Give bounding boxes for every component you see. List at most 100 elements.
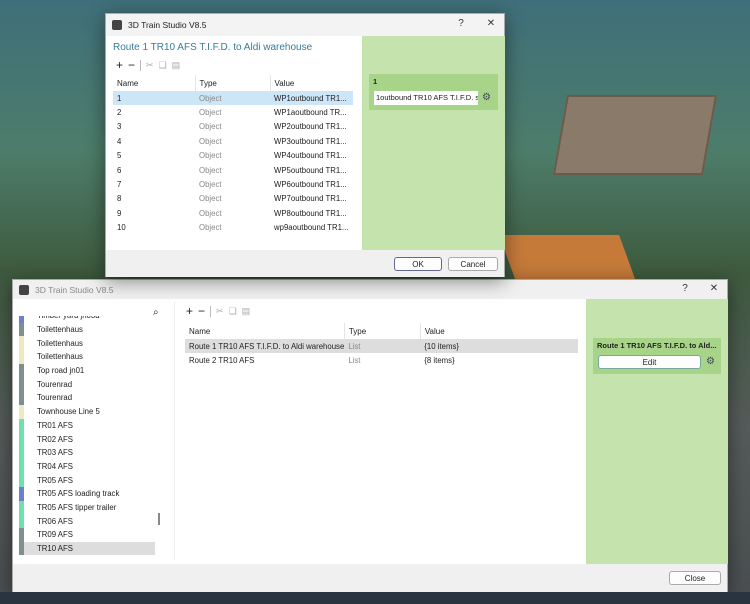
color-marker: [19, 459, 24, 474]
cell-name: 3: [117, 122, 122, 132]
remove-icon[interactable]: −: [128, 58, 135, 72]
sidebar-item[interactable]: Toilettenhaus: [19, 336, 155, 351]
sidebar-item-label: Toilettenhaus: [37, 352, 83, 362]
color-marker: [19, 322, 24, 337]
close-icon[interactable]: ✕: [484, 18, 498, 29]
cell-value: WP1outbound TR1...: [270, 91, 353, 106]
cell-type: Object: [199, 122, 222, 132]
sidebar-item[interactable]: Townhouse Line 5: [19, 404, 155, 419]
table-row[interactable]: 1 Object WP1outbound TR1...: [113, 91, 353, 106]
color-marker: [19, 404, 24, 419]
cell-value: WP7outbound TR1...: [274, 194, 347, 204]
scrollbar[interactable]: [158, 513, 160, 525]
help-button[interactable]: ?: [678, 283, 692, 294]
sidebar-item[interactable]: TR05 AFS loading track: [19, 486, 155, 501]
sidebar-item[interactable]: TR06 AFS: [19, 514, 155, 528]
cell-value: WP8outbound TR1...: [274, 208, 347, 218]
column-header-type[interactable]: Type: [344, 323, 421, 339]
table-row[interactable]: Route 2 TR10 AFS List {8 items}: [185, 353, 578, 367]
sidebar-item[interactable]: TR05 AFS tipper trailer: [19, 500, 155, 515]
cell-value: WP4outbound TR1...: [274, 151, 347, 161]
cell-value: wp9aoutbound TR1...: [274, 223, 349, 233]
sidebar-item-label: TR10 AFS: [37, 544, 73, 554]
column-header-name[interactable]: Name: [185, 323, 345, 339]
add-icon[interactable]: +: [116, 58, 123, 72]
cell-value: WP6outbound TR1...: [274, 180, 347, 190]
sidebar-item[interactable]: Tourenrad: [19, 377, 155, 392]
scene-building: [552, 95, 718, 175]
copy-icon[interactable]: ❏: [159, 60, 167, 71]
color-marker: [19, 445, 24, 460]
sidebar-item[interactable]: TR01 AFS: [19, 418, 155, 433]
sidebar-item-label: TR04 AFS: [37, 461, 73, 471]
sidebar-item-label: Top road jn01: [37, 366, 85, 376]
help-button[interactable]: ?: [454, 18, 468, 29]
column-header-name[interactable]: Name: [113, 75, 196, 91]
divider: [174, 302, 175, 560]
gear-icon[interactable]: ⚙: [706, 356, 715, 367]
footer: OK Cancel: [106, 250, 504, 277]
table-row[interactable]: 9 Object WP8outbound TR1...: [113, 206, 353, 220]
color-marker: [19, 363, 24, 378]
copy-icon[interactable]: ❏: [229, 306, 237, 317]
paste-icon[interactable]: ▤: [172, 60, 181, 71]
table-row[interactable]: 2 Object WP1aoutbound TR...: [113, 105, 353, 119]
table-row[interactable]: 7 Object WP6outbound TR1...: [113, 177, 353, 191]
sidebar-item[interactable]: Timber yard jn03d: [19, 316, 155, 323]
close-button[interactable]: Close: [669, 571, 721, 585]
cell-type: Object: [199, 208, 222, 218]
paste-icon[interactable]: ▤: [242, 306, 251, 317]
sidebar-item[interactable]: TR09 AFS: [19, 528, 155, 542]
column-header-type[interactable]: Type: [195, 75, 271, 91]
cut-icon[interactable]: ✂: [146, 60, 154, 71]
sidebar-item[interactable]: TR03 AFS: [19, 445, 155, 460]
cell-type: Object: [199, 180, 222, 190]
property-value-input[interactable]: 1outbound TR10 AFS T.I.F.D. s: [374, 91, 478, 105]
color-marker: [19, 432, 24, 446]
sidebar-item[interactable]: Tourenrad: [19, 391, 155, 405]
sidebar-item[interactable]: TR02 AFS: [19, 432, 155, 446]
color-marker: [19, 514, 24, 528]
title-bar: 3D Train Studio V8.5 ? ✕: [106, 14, 504, 36]
sidebar-item[interactable]: Toilettenhaus: [19, 322, 155, 337]
sidebar-item[interactable]: TR10 AFS: [19, 541, 155, 556]
add-icon[interactable]: +: [186, 304, 193, 318]
table-row[interactable]: 8 Object WP7outbound TR1...: [113, 192, 353, 206]
cut-icon[interactable]: ✂: [216, 306, 224, 317]
table-row[interactable]: 5 Object WP4outbound TR1...: [113, 149, 353, 163]
cancel-button[interactable]: Cancel: [448, 257, 498, 271]
table-row[interactable]: 4 Object WP3outbound TR1...: [113, 134, 353, 148]
sidebar-item-label: TR03 AFS: [37, 448, 73, 458]
cell-type: List: [344, 339, 421, 354]
gear-icon[interactable]: ⚙: [482, 92, 491, 103]
object-list: Timber yard jn03d Toilettenhaus Toilettenh…: [19, 316, 155, 559]
property-card: 1 1outbound TR10 AFS T.I.F.D. s ⚙: [369, 74, 498, 110]
cell-value: WP2outbound TR1...: [274, 122, 347, 132]
properties-panel: Route 1 TR10 AFS T.I.F.D. to Ald... Edit…: [586, 299, 728, 564]
toolbar: + − ✂ ❏ ▤: [186, 304, 250, 318]
cell-type: Object: [199, 165, 222, 175]
remove-icon[interactable]: −: [198, 304, 205, 318]
sidebar-item[interactable]: TR05 AFS: [19, 473, 155, 487]
color-marker: [19, 528, 24, 542]
app-icon: [112, 20, 122, 30]
sidebar-item[interactable]: Toilettenhaus: [19, 350, 155, 364]
sidebar-item-label: TR01 AFS: [37, 420, 73, 430]
property-card: Route 1 TR10 AFS T.I.F.D. to Ald... Edit…: [593, 338, 721, 374]
edit-button[interactable]: Edit: [598, 355, 701, 369]
cell-name: 2: [117, 108, 122, 118]
sidebar-item[interactable]: Top road jn01: [19, 363, 155, 378]
ok-button[interactable]: OK: [394, 257, 442, 271]
sidebar-item[interactable]: TR04 AFS: [19, 459, 155, 474]
table-row[interactable]: 6 Object WP5outbound TR1...: [113, 163, 353, 177]
column-header-value[interactable]: Value: [270, 75, 353, 91]
color-marker: [19, 377, 24, 392]
cell-name: Route 1 TR10 AFS T.I.F.D. to Aldi wareho…: [185, 339, 345, 354]
cell-name: 10: [117, 223, 126, 233]
column-header-value[interactable]: Value: [420, 323, 578, 339]
close-icon[interactable]: ✕: [707, 283, 721, 294]
color-marker: [19, 418, 24, 433]
table-row[interactable]: 10 Object wp9aoutbound TR1...: [113, 221, 353, 235]
table-row[interactable]: 3 Object WP2outbound TR1...: [113, 120, 353, 134]
table-row[interactable]: Route 1 TR10 AFS T.I.F.D. to Aldi wareho…: [185, 339, 578, 354]
